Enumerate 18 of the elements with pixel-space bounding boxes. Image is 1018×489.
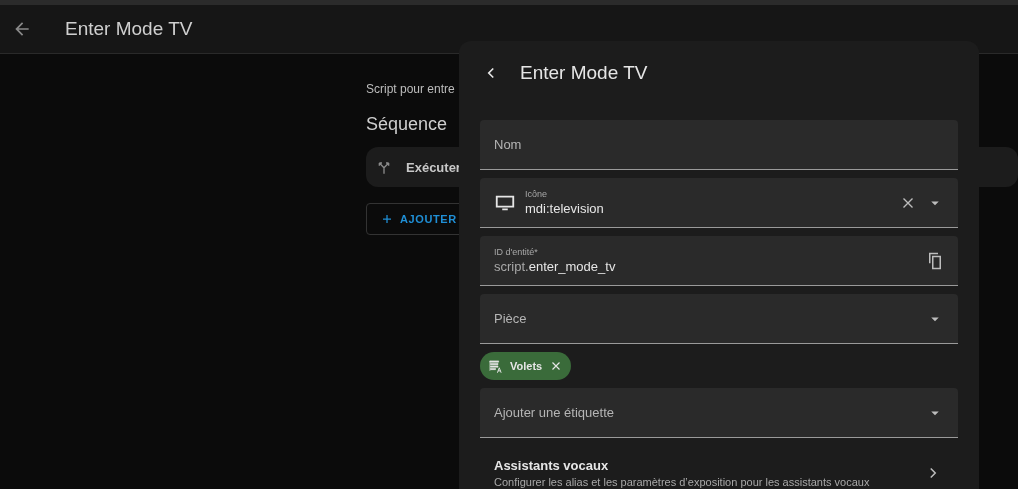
plus-icon — [381, 213, 393, 225]
icon-picker-field[interactable]: Icône mdi:television — [480, 178, 958, 228]
blinds-icon — [488, 358, 503, 374]
name-field[interactable]: Nom — [480, 120, 958, 170]
area-chip[interactable]: Volets — [480, 352, 572, 380]
entity-id-field[interactable]: ID d'entité* script.enter_mode_tv — [480, 236, 958, 286]
section-title: Séquence — [366, 114, 448, 135]
action-label: Exécuter — [406, 159, 461, 175]
fork-arrow-icon — [376, 159, 392, 175]
copy-icon[interactable] — [926, 251, 944, 270]
script-description: Script pour entre — [366, 82, 455, 96]
dialog-title: Enter Mode TV — [520, 62, 648, 84]
select-field[interactable]: Ajouter une étiquette — [480, 388, 958, 438]
page-title: Enter Mode TV — [65, 18, 193, 40]
select-field[interactable]: Pièce — [480, 294, 958, 344]
voice-assistants-row[interactable]: Assistants vocaux Configurer les alias et les paramètres d’exposition pour les assistants vocaux — [480, 458, 958, 488]
row-title: Assistants vocaux — [494, 458, 610, 473]
row-description: Configurer les alias et les paramètres d’exposition pour les assistants vocaux — [494, 476, 870, 488]
